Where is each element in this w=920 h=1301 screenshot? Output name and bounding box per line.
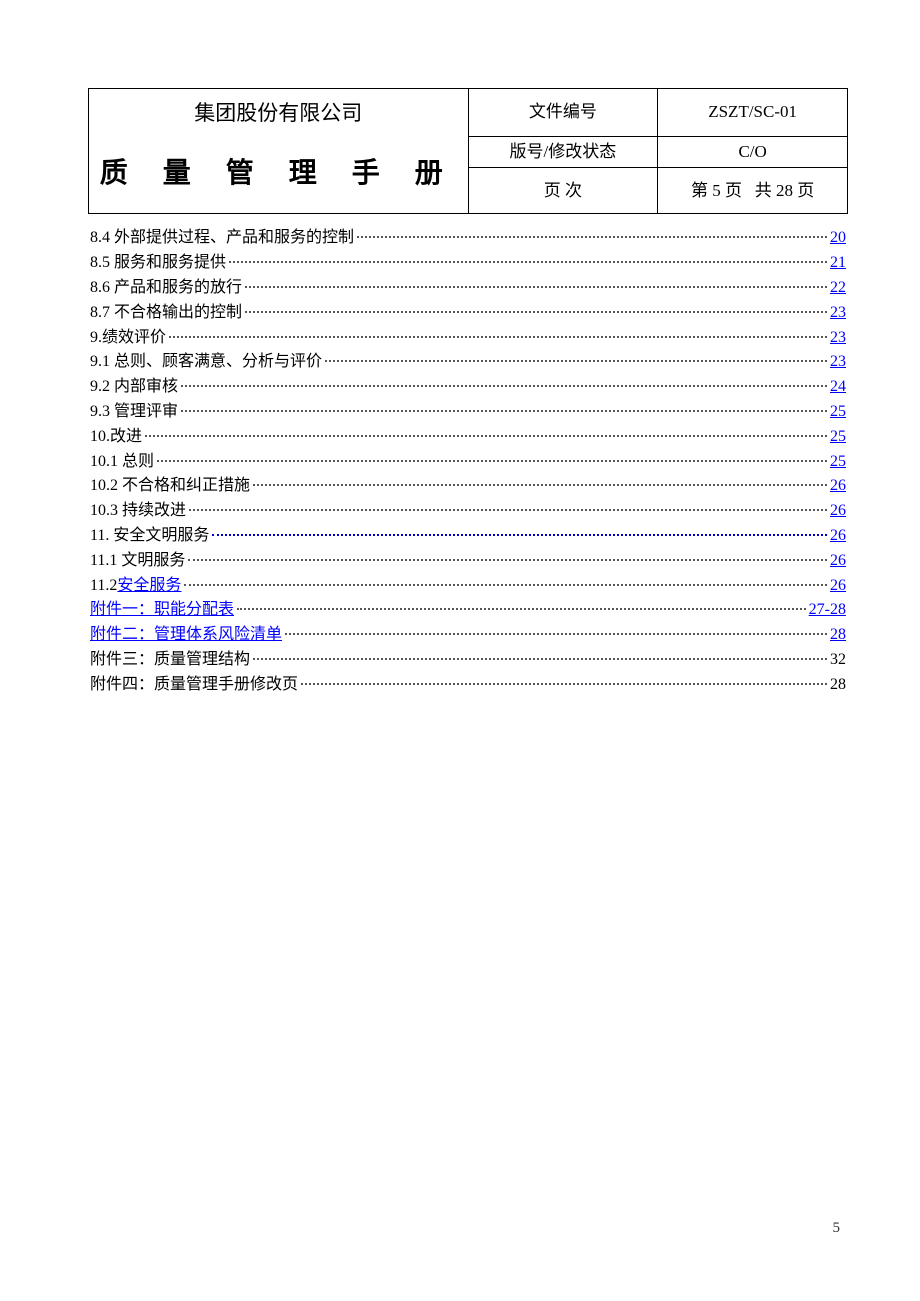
- version-value: C/O: [658, 136, 848, 167]
- toc-row: 附件二：管理体系风险清单 28: [90, 623, 846, 648]
- toc-leader-dots: [157, 460, 827, 462]
- toc-page-link[interactable]: 21: [830, 251, 846, 276]
- toc-leader-dots: [184, 584, 827, 586]
- toc-row: 9.2 内部审核 24: [90, 375, 846, 400]
- toc-row: 8.5 服务和服务提供 21: [90, 251, 846, 276]
- toc-text: 10.3 持续改进: [90, 499, 186, 524]
- toc-leader-dots: [357, 236, 827, 238]
- toc-row: 8.7 不合格输出的控制 23: [90, 301, 846, 326]
- toc-text: 10.改进: [90, 425, 142, 450]
- doc-number-value: ZSZT/SC-01: [658, 89, 848, 137]
- toc-row: 附件三：质量管理结构 32: [90, 648, 846, 673]
- toc-text: 9.1 总则、顾客满意、分析与评价: [90, 350, 322, 375]
- toc-text: 8.7 不合格输出的控制: [90, 301, 242, 326]
- company-name: 集团股份有限公司: [97, 93, 460, 132]
- page-label-text: 页 次: [544, 181, 582, 200]
- company-name-cell: 集团股份有限公司: [89, 89, 469, 137]
- table-of-contents: 8.4 外部提供过程、产品和服务的控制 208.5 服务和服务提供 218.6 …: [88, 226, 848, 697]
- toc-text: 9.3 管理评审: [90, 400, 178, 425]
- toc-text: 附件三：质量管理结构: [90, 648, 250, 673]
- toc-page-link[interactable]: 23: [830, 326, 846, 351]
- toc-leader-dots: [189, 509, 827, 511]
- toc-row: 11. 安全文明服务 26: [90, 524, 846, 549]
- toc-row: 8.6 产品和服务的放行 22: [90, 276, 846, 301]
- toc-page-link[interactable]: 26: [830, 549, 846, 574]
- toc-row: 附件四：质量管理手册修改页 28: [90, 673, 846, 698]
- toc-row: 10.3 持续改进 26: [90, 499, 846, 524]
- toc-page-link[interactable]: 28: [830, 623, 846, 648]
- toc-page-link[interactable]: 26: [830, 574, 846, 599]
- toc-row: 9.绩效评价 23: [90, 326, 846, 351]
- toc-prefix: 11.2: [90, 574, 117, 599]
- toc-row: 9.1 总则、顾客满意、分析与评价 23: [90, 350, 846, 375]
- toc-leader-dots: [188, 559, 827, 561]
- toc-page-link[interactable]: 26: [830, 474, 846, 499]
- toc-leader-dots: [145, 435, 827, 437]
- toc-text: 8.5 服务和服务提供: [90, 251, 226, 276]
- header-table: 集团股份有限公司 文件编号 ZSZT/SC-01 质 量 管 理 手 册 版号/…: [88, 88, 848, 214]
- toc-page: 32: [830, 648, 846, 673]
- toc-row: 8.4 外部提供过程、产品和服务的控制 20: [90, 226, 846, 251]
- doc-title: 质 量 管 理 手 册: [97, 142, 460, 207]
- toc-page-link[interactable]: 22: [830, 276, 846, 301]
- toc-page-link[interactable]: 26: [830, 524, 846, 549]
- page-container: 集团股份有限公司 文件编号 ZSZT/SC-01 质 量 管 理 手 册 版号/…: [0, 0, 920, 698]
- toc-page-link[interactable]: 25: [830, 400, 846, 425]
- doc-title-cell: 质 量 管 理 手 册: [89, 136, 469, 213]
- toc-leader-dots: [245, 286, 827, 288]
- toc-leader-dots: [181, 410, 827, 412]
- toc-page-link[interactable]: 20: [830, 226, 846, 251]
- toc-page-link[interactable]: 25: [830, 450, 846, 475]
- toc-text: 附件四：质量管理手册修改页: [90, 673, 298, 698]
- page-value: 第 5 页 共 28 页: [658, 167, 848, 213]
- toc-text: 8.6 产品和服务的放行: [90, 276, 242, 301]
- toc-leader-dots: [285, 633, 827, 635]
- toc-text-link[interactable]: 附件一：职能分配表: [90, 598, 234, 623]
- toc-leader-dots: [301, 683, 827, 685]
- toc-row: 10.改进 25: [90, 425, 846, 450]
- toc-text: 10.1 总则: [90, 450, 154, 475]
- toc-leader-dots: [253, 484, 827, 486]
- toc-text: 9.2 内部审核: [90, 375, 178, 400]
- toc-leader-dots: [253, 658, 827, 660]
- toc-leader-dots: [169, 336, 827, 338]
- toc-page-link[interactable]: 27-28: [809, 598, 846, 623]
- toc-page-link[interactable]: 26: [830, 499, 846, 524]
- toc-leader-dots: [245, 311, 827, 313]
- toc-text: 8.4 外部提供过程、产品和服务的控制: [90, 226, 354, 251]
- toc-page-link[interactable]: 25: [830, 425, 846, 450]
- toc-leader-dots: [229, 261, 827, 263]
- toc-text-link[interactable]: 附件二：管理体系风险清单: [90, 623, 282, 648]
- toc-leader-dots: [237, 608, 806, 610]
- toc-row: 附件一：职能分配表 27-28: [90, 598, 846, 623]
- page-total: 共 28 页: [755, 181, 815, 200]
- toc-leader-dots: [325, 360, 827, 362]
- doc-number-label: 文件编号: [468, 89, 658, 137]
- toc-row: 11.1 文明服务 26: [90, 549, 846, 574]
- toc-row: 9.3 管理评审 25: [90, 400, 846, 425]
- toc-row: 10.1 总则 25: [90, 450, 846, 475]
- toc-leader-dots: [212, 534, 827, 536]
- toc-page-link[interactable]: 23: [830, 301, 846, 326]
- toc-text-link[interactable]: 安全服务: [117, 574, 181, 599]
- toc-leader-dots: [181, 385, 827, 387]
- toc-text: 10.2 不合格和纠正措施: [90, 474, 250, 499]
- toc-page-link[interactable]: 23: [830, 350, 846, 375]
- toc-text: 11. 安全文明服务: [90, 524, 209, 549]
- toc-row: 10.2 不合格和纠正措施 26: [90, 474, 846, 499]
- page-number-footer: 5: [833, 1220, 841, 1237]
- toc-text: 9.绩效评价: [90, 326, 166, 351]
- toc-text: 11.1 文明服务: [90, 549, 185, 574]
- toc-page: 28: [830, 673, 846, 698]
- toc-row: 11.2 安全服务 26: [90, 574, 846, 599]
- page-label: 页 次: [468, 167, 658, 213]
- version-label: 版号/修改状态: [468, 136, 658, 167]
- toc-page-link[interactable]: 24: [830, 375, 846, 400]
- page-current: 第 5 页: [691, 181, 742, 200]
